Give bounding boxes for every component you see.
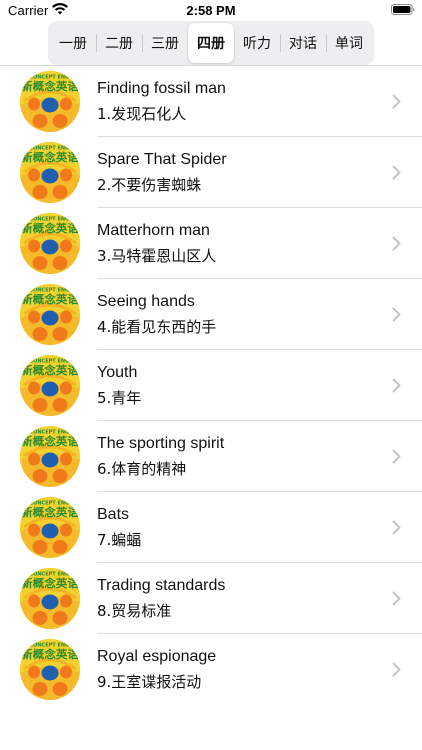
svg-text:新概念英语: 新概念英语 xyxy=(21,434,79,448)
svg-text:新概念英语: 新概念英语 xyxy=(21,363,79,377)
lesson-title-chinese: 3.马特霍恩山区人 xyxy=(97,247,217,265)
chevron-right-icon xyxy=(392,165,401,180)
chevron-right-icon xyxy=(392,307,401,322)
status-bar: Carrier 2:58 PM xyxy=(0,0,422,22)
new-concept-english-logo-icon: W CONCEPT ENGLIS 新概念英语 xyxy=(20,568,80,629)
lesson-title-english: Bats xyxy=(97,506,130,523)
clock: 2:58 PM xyxy=(186,3,236,18)
svg-text:新概念英语: 新概念英语 xyxy=(21,79,79,93)
lesson-title-chinese: 9.王室谍报活动 xyxy=(97,673,202,691)
lesson-row[interactable]: W CONCEPT ENGLIS 新概念英语 Spare That Spider… xyxy=(0,137,422,208)
lesson-title-english: The sporting spirit xyxy=(97,435,225,452)
lesson-title-english: Youth xyxy=(97,364,138,381)
svg-text:新概念英语: 新概念英语 xyxy=(21,647,79,661)
segment-tab[interactable]: 对话 xyxy=(280,23,326,63)
lesson-title-chinese: 1.发现石化人 xyxy=(97,105,187,123)
segment-tab[interactable]: 单词 xyxy=(326,23,372,63)
lesson-title-english: Matterhorn man xyxy=(97,222,210,239)
svg-text:新概念英语: 新概念英语 xyxy=(21,505,79,519)
svg-text:新概念英语: 新概念英语 xyxy=(21,221,79,235)
lesson-thumbnail: W CONCEPT ENGLIS 新概念英语 xyxy=(20,497,80,558)
lesson-title-english: Royal espionage xyxy=(97,648,217,665)
lesson-title-english: Trading standards xyxy=(97,577,226,594)
lesson-title-chinese: 6.体育的精神 xyxy=(97,460,187,478)
new-concept-english-logo-icon: W CONCEPT ENGLIS 新概念英语 xyxy=(20,639,80,700)
chevron-right-icon xyxy=(392,378,401,393)
lesson-title-chinese: 2.不要伤害蜘蛛 xyxy=(97,176,202,194)
chevron-right-icon xyxy=(392,236,401,251)
lesson-thumbnail: W CONCEPT ENGLIS 新概念英语 xyxy=(20,639,80,700)
chevron-right-icon xyxy=(392,449,401,464)
lesson-row[interactable]: W CONCEPT ENGLIS 新概念英语 Seeing hands 4.能看… xyxy=(0,279,422,350)
lesson-title-chinese: 7.蝙蝠 xyxy=(97,531,142,549)
lesson-row[interactable]: W CONCEPT ENGLIS 新概念英语 Youth 5.青年 xyxy=(0,350,422,421)
new-concept-english-logo-icon: W CONCEPT ENGLIS 新概念英语 xyxy=(20,71,80,132)
lesson-list: W CONCEPT ENGLIS 新概念英语 Finding fossil ma… xyxy=(0,65,422,705)
lesson-row[interactable]: W CONCEPT ENGLIS 新概念英语 Finding fossil ma… xyxy=(0,66,422,137)
new-concept-english-logo-icon: W CONCEPT ENGLIS 新概念英语 xyxy=(20,355,80,416)
lesson-title-chinese: 8.贸易标准 xyxy=(97,602,172,620)
new-concept-english-logo-icon: W CONCEPT ENGLIS 新概念英语 xyxy=(20,497,80,558)
lesson-thumbnail: W CONCEPT ENGLIS 新概念英语 xyxy=(20,426,80,487)
lesson-row[interactable]: W CONCEPT ENGLIS 新概念英语 Royal espionage 9… xyxy=(0,634,422,705)
lesson-thumbnail: W CONCEPT ENGLIS 新概念英语 xyxy=(20,71,80,132)
lesson-thumbnail: W CONCEPT ENGLIS 新概念英语 xyxy=(20,568,80,629)
book-segmented-control: 一册 二册 三册 四册 听力 对话 单词 xyxy=(48,21,374,65)
svg-text:新概念英语: 新概念英语 xyxy=(21,576,79,590)
chevron-right-icon xyxy=(392,591,401,606)
new-concept-english-logo-icon: W CONCEPT ENGLIS 新概念英语 xyxy=(20,213,80,274)
segment-tab[interactable]: 听力 xyxy=(234,23,280,63)
segment-tab[interactable]: 四册 xyxy=(188,23,234,63)
segment-tab[interactable]: 一册 xyxy=(50,23,96,63)
lesson-row[interactable]: W CONCEPT ENGLIS 新概念英语 The sporting spir… xyxy=(0,421,422,492)
lesson-row[interactable]: W CONCEPT ENGLIS 新概念英语 Trading standards… xyxy=(0,563,422,634)
lesson-title-chinese: 4.能看见东西的手 xyxy=(97,318,217,336)
lesson-title-chinese: 5.青年 xyxy=(97,389,142,407)
new-concept-english-logo-icon: W CONCEPT ENGLIS 新概念英语 xyxy=(20,426,80,487)
new-concept-english-logo-icon: W CONCEPT ENGLIS 新概念英语 xyxy=(20,142,80,203)
svg-text:新概念英语: 新概念英语 xyxy=(21,150,79,164)
lesson-thumbnail: W CONCEPT ENGLIS 新概念英语 xyxy=(20,142,80,203)
lesson-row[interactable]: W CONCEPT ENGLIS 新概念英语 Bats 7.蝙蝠 xyxy=(0,492,422,563)
lesson-thumbnail: W CONCEPT ENGLIS 新概念英语 xyxy=(20,284,80,345)
lesson-title-english: Spare That Spider xyxy=(97,151,227,168)
battery-icon xyxy=(391,4,415,15)
chevron-right-icon xyxy=(392,662,401,677)
chevron-right-icon xyxy=(392,94,401,109)
segment-tab[interactable]: 三册 xyxy=(142,23,188,63)
lesson-row[interactable]: W CONCEPT ENGLIS 新概念英语 Matterhorn man 3.… xyxy=(0,208,422,279)
lesson-thumbnail: W CONCEPT ENGLIS 新概念英语 xyxy=(20,355,80,416)
svg-text:新概念英语: 新概念英语 xyxy=(21,292,79,306)
new-concept-english-logo-icon: W CONCEPT ENGLIS 新概念英语 xyxy=(20,284,80,345)
lesson-title-english: Seeing hands xyxy=(97,293,195,310)
lesson-title-english: Finding fossil man xyxy=(97,80,226,97)
segment-tab[interactable]: 二册 xyxy=(96,23,142,63)
chevron-right-icon xyxy=(392,520,401,535)
lesson-thumbnail: W CONCEPT ENGLIS 新概念英语 xyxy=(20,213,80,274)
